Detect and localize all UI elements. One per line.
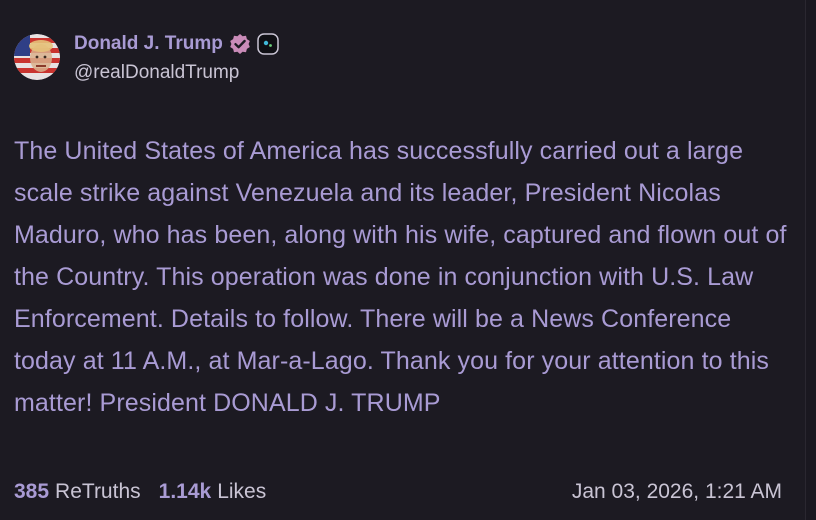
likes-count: 1.14k <box>158 480 212 503</box>
retruths-label: ReTruths <box>55 480 141 503</box>
verified-badge-icon <box>229 33 251 55</box>
author-display-name[interactable]: Donald J. Trump <box>74 33 223 55</box>
avatar[interactable] <box>14 34 60 80</box>
likes-label: Likes <box>217 480 267 503</box>
post-footer: 385 ReTruths 1.14k Likes Jan 03, 2026, 1… <box>14 480 782 504</box>
avatar-image <box>14 34 60 80</box>
scrollbar-track[interactable] <box>805 0 816 520</box>
retruths-count: 385 <box>14 480 50 503</box>
post-body-text: The United States of America has success… <box>14 137 787 417</box>
retruths-stat[interactable]: 385 ReTruths <box>14 480 141 504</box>
post-header: Donald J. Trump @realDonaldTrump <box>14 30 279 84</box>
post-card: Donald J. Trump @realDonaldTrump The Uni… <box>0 0 816 520</box>
ai-badge-icon <box>257 33 279 55</box>
author-info: Donald J. Trump @realDonaldTrump <box>74 30 279 84</box>
post-timestamp[interactable]: Jan 03, 2026, 1:21 AM <box>572 480 782 504</box>
name-row: Donald J. Trump <box>74 30 279 58</box>
likes-stat[interactable]: 1.14k Likes <box>159 480 267 504</box>
author-handle[interactable]: @realDonaldTrump <box>74 62 279 84</box>
